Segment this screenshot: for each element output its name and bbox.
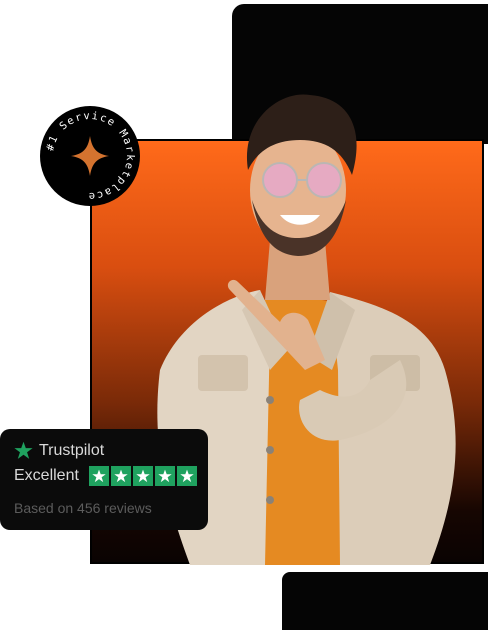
rating-row: Excellent (14, 466, 197, 486)
rating-star-icon (132, 466, 153, 486)
black-panel-bottom (282, 572, 488, 630)
trustpilot-card: Trustpilot Excellent Based on 456 review… (0, 429, 208, 530)
trustpilot-header: Trustpilot (14, 441, 194, 460)
trustpilot-brand: Trustpilot (39, 441, 105, 459)
rating-star-icon (110, 466, 131, 486)
marketplace-badge: #1 Service Marketplace (40, 106, 140, 206)
rating-stars (88, 466, 197, 486)
rating-star-icon (176, 466, 197, 486)
trustpilot-logo-star-icon (14, 441, 33, 459)
rating-star-icon (154, 466, 175, 486)
reviews-count: Based on 456 reviews (14, 500, 152, 516)
rating-star-icon (88, 466, 109, 486)
rating-label: Excellent (14, 467, 79, 484)
